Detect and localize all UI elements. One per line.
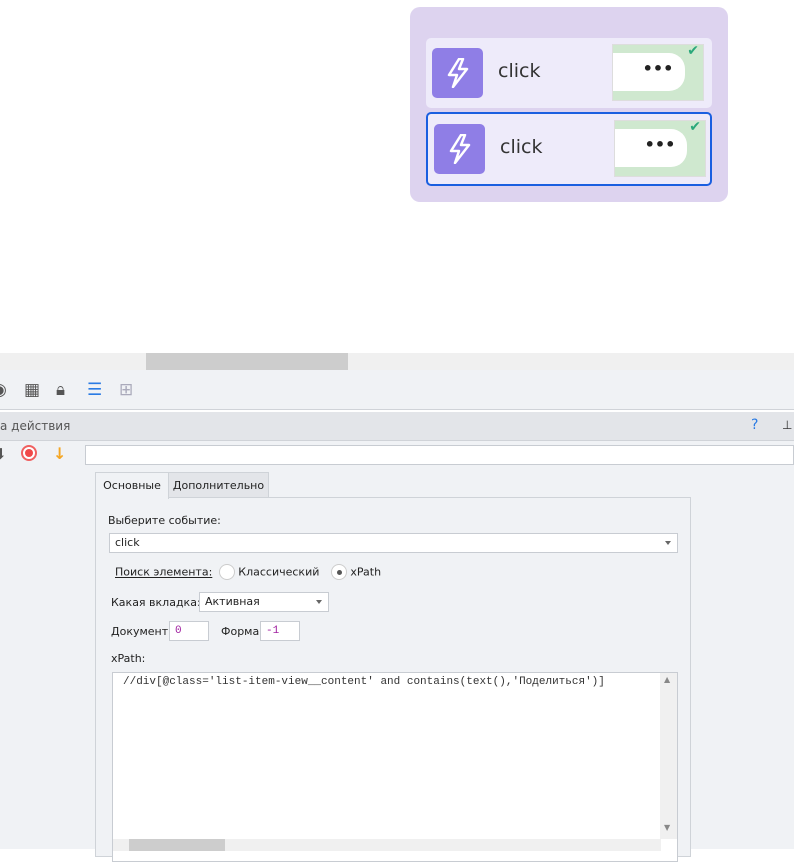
doc-label: Документ: bbox=[111, 625, 172, 638]
check-icon: ✔ bbox=[689, 120, 701, 135]
dots: ••• bbox=[613, 53, 685, 91]
search-label[interactable]: Поиск элемента: bbox=[115, 566, 212, 579]
pin-icon[interactable]: ⊥ bbox=[782, 418, 792, 432]
command-input[interactable] bbox=[85, 445, 794, 465]
tab-label: Какая вкладка: bbox=[111, 596, 201, 609]
scrollbar-thumb[interactable] bbox=[146, 353, 348, 370]
form-label: Форма: bbox=[221, 625, 263, 638]
arrow-down-icon[interactable]: ↓ bbox=[53, 444, 66, 463]
xpath-label: xPath: bbox=[111, 652, 146, 665]
list-icon[interactable]: ☰ bbox=[87, 380, 102, 400]
item-label: click bbox=[498, 60, 541, 82]
doc-input[interactable]: 0 bbox=[169, 621, 209, 641]
tab-value: Активная bbox=[205, 595, 260, 608]
radio-classic[interactable] bbox=[218, 564, 235, 580]
tab-advanced[interactable]: Дополнительно bbox=[168, 472, 269, 498]
dots: ••• bbox=[615, 129, 687, 167]
tab-basic[interactable]: Основные bbox=[95, 472, 169, 499]
thumbnail: ••• ✔ bbox=[614, 120, 706, 177]
lock-icon[interactable]: 🔒︎ bbox=[56, 380, 65, 400]
textarea-hscrollbar[interactable] bbox=[113, 839, 661, 851]
horizontal-scrollbar[interactable] bbox=[0, 353, 794, 370]
toolbar: ◉ ▦ 🔒︎ ☰ ⊞ bbox=[0, 370, 794, 410]
preview-item-selected[interactable]: click ••• ✔ bbox=[426, 112, 712, 186]
xpath-text: //div[@class='list-item-view__content' a… bbox=[123, 676, 605, 688]
download-icon[interactable]: ⬇ bbox=[0, 445, 7, 463]
form-input[interactable]: -1 bbox=[260, 621, 300, 641]
record-icon[interactable] bbox=[21, 445, 37, 461]
preview-card: click ••• ✔ click ••• ✔ bbox=[410, 7, 728, 202]
check-icon: ✔ bbox=[687, 44, 699, 59]
panel-title: а действия bbox=[0, 419, 71, 433]
event-value: click bbox=[115, 536, 140, 549]
thumbnail: ••• ✔ bbox=[612, 44, 704, 101]
radio-xpath-label[interactable]: xPath bbox=[350, 566, 381, 579]
lightning-icon bbox=[434, 124, 485, 174]
search-mode-row: Поиск элемента: Классический xPath bbox=[115, 564, 381, 580]
radio-classic-label[interactable]: Классический bbox=[238, 566, 319, 579]
chevron-down-icon bbox=[665, 541, 671, 545]
lightning-icon bbox=[432, 48, 483, 98]
xpath-textarea[interactable]: //div[@class='list-item-view__content' a… bbox=[112, 672, 678, 862]
item-label: click bbox=[500, 136, 543, 158]
add-box-icon[interactable]: ⊞ bbox=[119, 380, 133, 400]
chevron-down-icon bbox=[316, 600, 322, 604]
panel-header: а действия ? ⊥ bbox=[0, 412, 794, 441]
form-panel: Выберите событие: click Поиск элемента: … bbox=[95, 497, 691, 862]
help-icon[interactable]: ? bbox=[751, 417, 758, 433]
user-circle-icon[interactable]: ◉ bbox=[0, 380, 7, 400]
preview-item[interactable]: click ••• ✔ bbox=[426, 38, 712, 108]
event-label: Выберите событие: bbox=[108, 514, 221, 527]
grid-icon[interactable]: ▦ bbox=[24, 380, 40, 400]
tab-select[interactable]: Активная bbox=[199, 592, 329, 612]
event-select[interactable]: click bbox=[109, 533, 678, 553]
vertical-scrollbar[interactable]: ▲ ▼ bbox=[660, 673, 677, 839]
radio-xpath[interactable] bbox=[330, 564, 347, 580]
